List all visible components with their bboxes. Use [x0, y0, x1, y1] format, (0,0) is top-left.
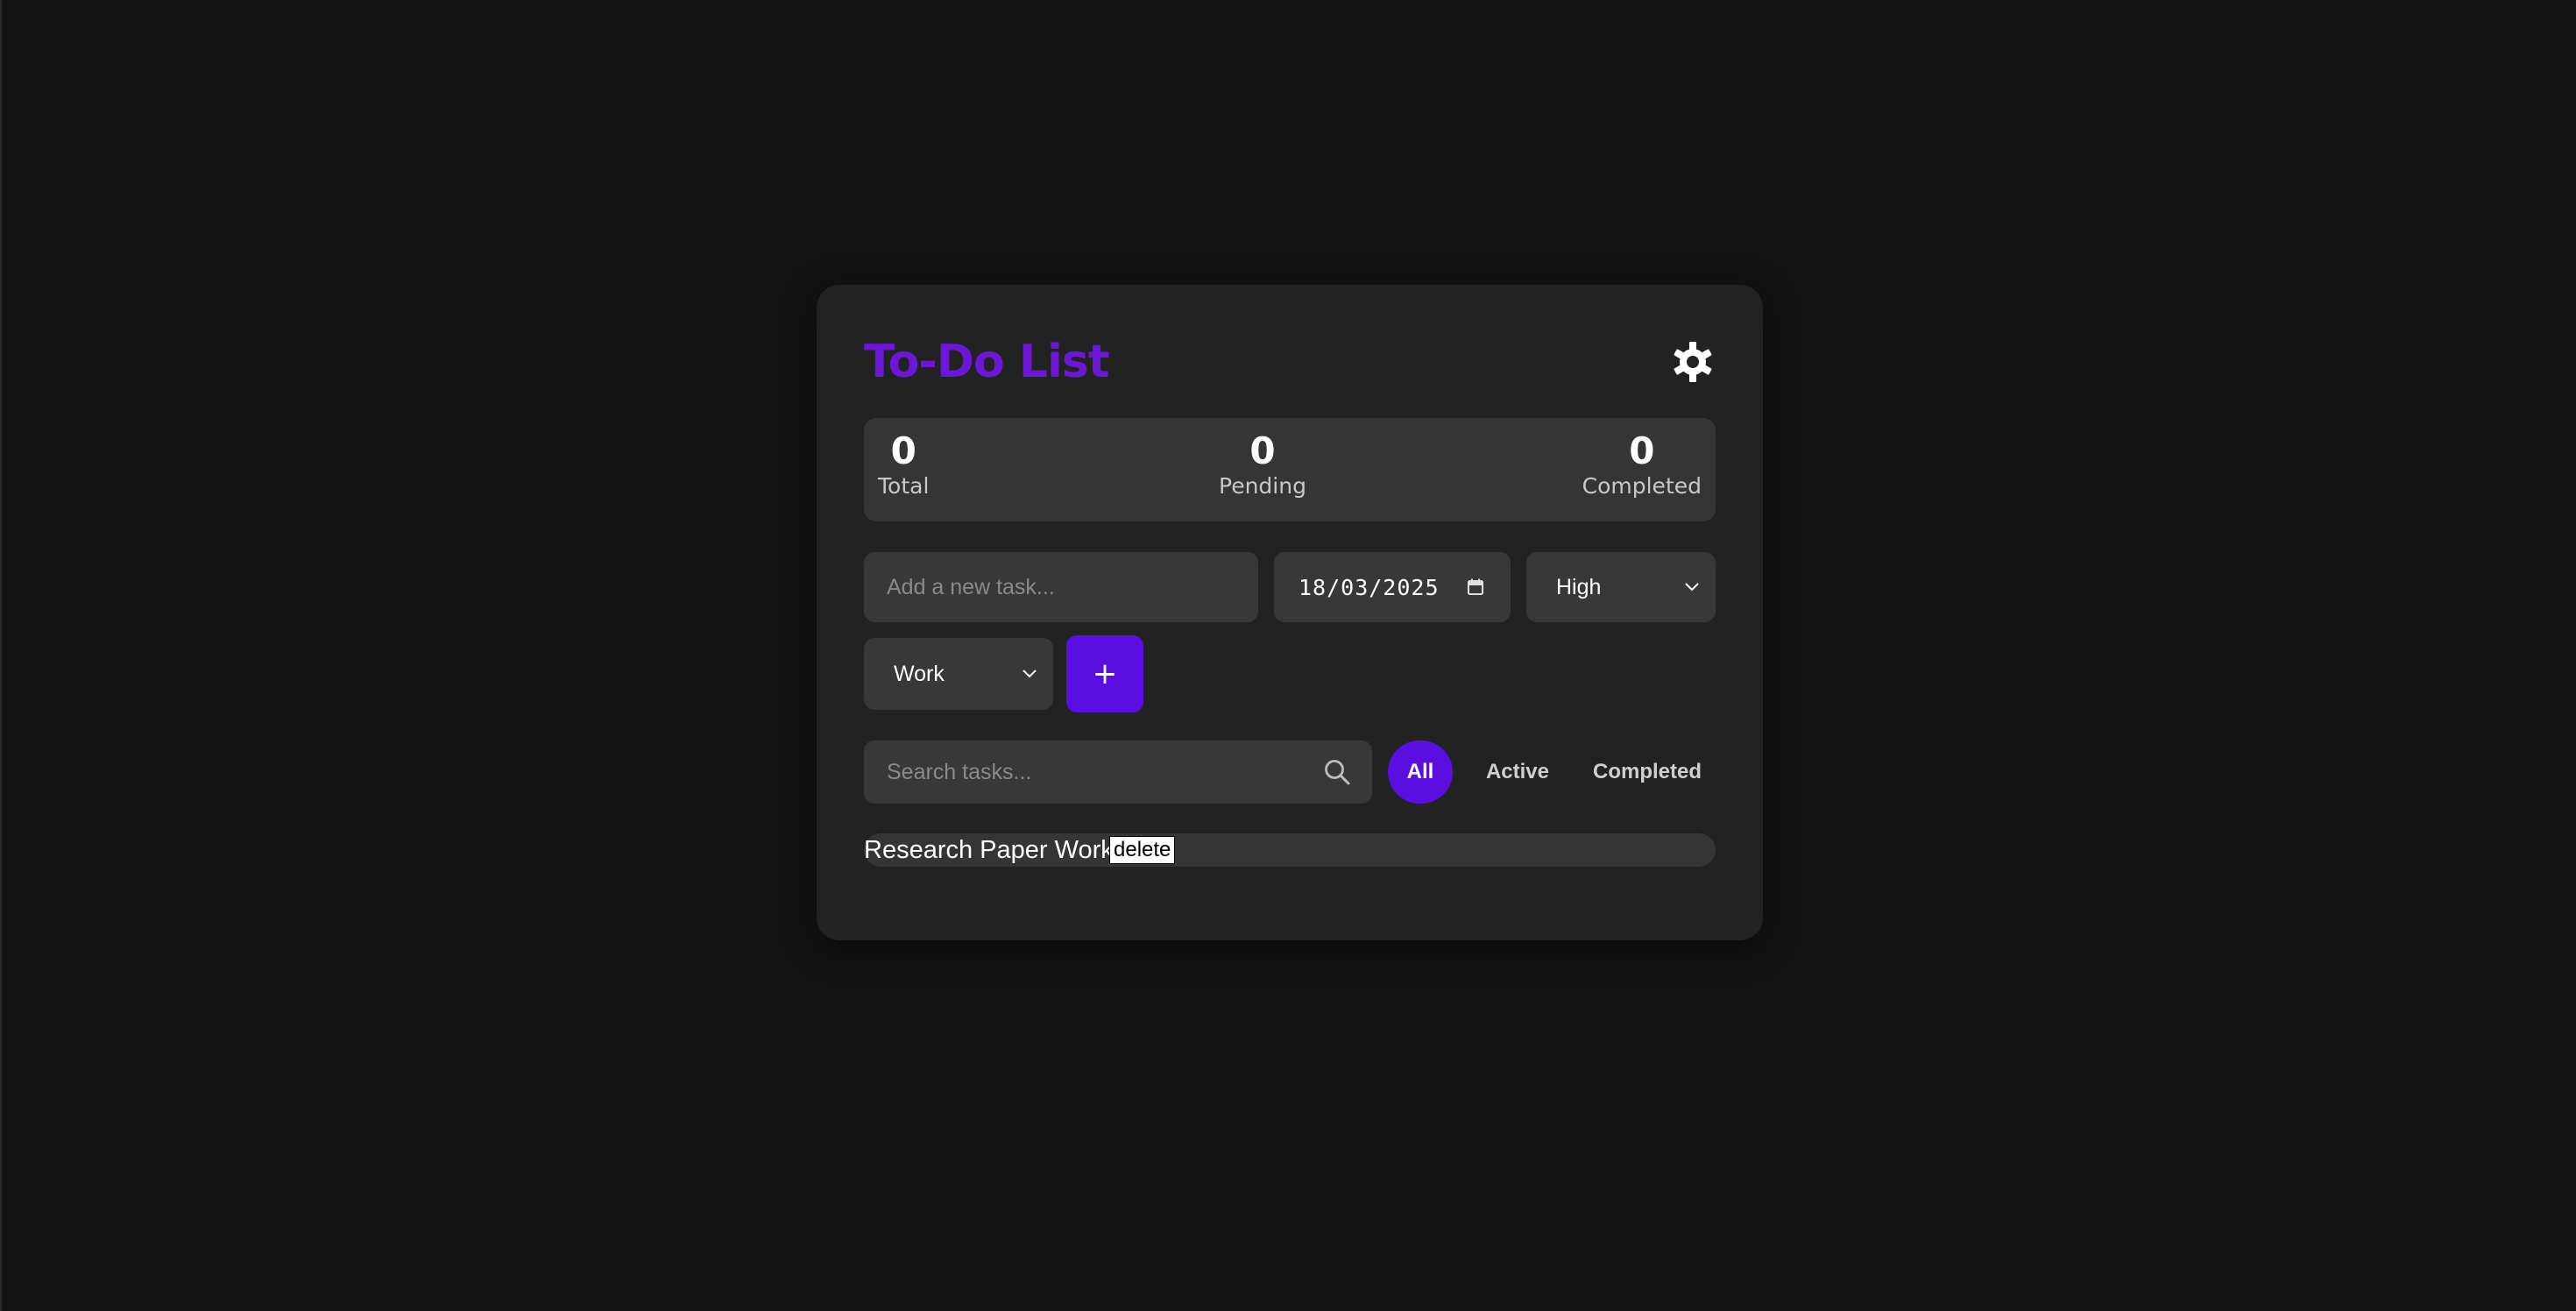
chevron-down-icon [1023, 670, 1037, 678]
todo-card: To-Do List 0 Total 0 Pending 0 Completed… [817, 285, 1763, 940]
category-select-value: Work [894, 661, 945, 686]
search-input[interactable] [864, 741, 1302, 804]
task-item: Research Paper Work delete [864, 833, 1716, 867]
stats-panel: 0 Total 0 Pending 0 Completed [864, 418, 1716, 521]
task-input[interactable] [864, 552, 1258, 622]
chevron-down-icon [1685, 583, 1699, 592]
search-icon[interactable] [1323, 758, 1351, 786]
add-task-button[interactable]: + [1066, 635, 1143, 712]
stat-completed: 0 Completed [1582, 430, 1702, 500]
theme-toggle-button[interactable] [1670, 339, 1716, 385]
stat-total: 0 Total [878, 430, 929, 500]
stat-pending: 0 Pending [1214, 430, 1311, 500]
stat-pending-value: 0 [1249, 429, 1276, 472]
delete-task-button[interactable]: delete [1109, 836, 1176, 864]
task-text: Research Paper Work [864, 836, 1114, 864]
stat-pending-label: Pending [1219, 473, 1306, 499]
stat-completed-label: Completed [1582, 473, 1702, 499]
priority-select-value: High [1556, 574, 1602, 599]
stat-completed-value: 0 [1629, 429, 1655, 472]
priority-select[interactable]: High [1526, 552, 1716, 622]
category-select[interactable]: Work [864, 638, 1053, 710]
page: To-Do List 0 Total 0 Pending 0 Completed… [0, 0, 2576, 1311]
filter-all-button[interactable]: All [1388, 741, 1453, 804]
filter-completed-button[interactable]: Completed [1577, 741, 1717, 804]
search-box [864, 741, 1372, 804]
calendar-icon[interactable] [1467, 578, 1484, 596]
filter-active-button[interactable]: Active [1469, 741, 1566, 804]
page-title: To-Do List [864, 336, 1110, 388]
stat-total-value: 0 [890, 429, 916, 472]
gear-icon [1674, 342, 1712, 382]
header: To-Do List [864, 330, 1716, 393]
due-date-value: 18/03/2025 [1299, 574, 1440, 600]
stat-total-label: Total [878, 473, 930, 499]
due-date-input[interactable]: 18/03/2025 [1274, 552, 1511, 622]
